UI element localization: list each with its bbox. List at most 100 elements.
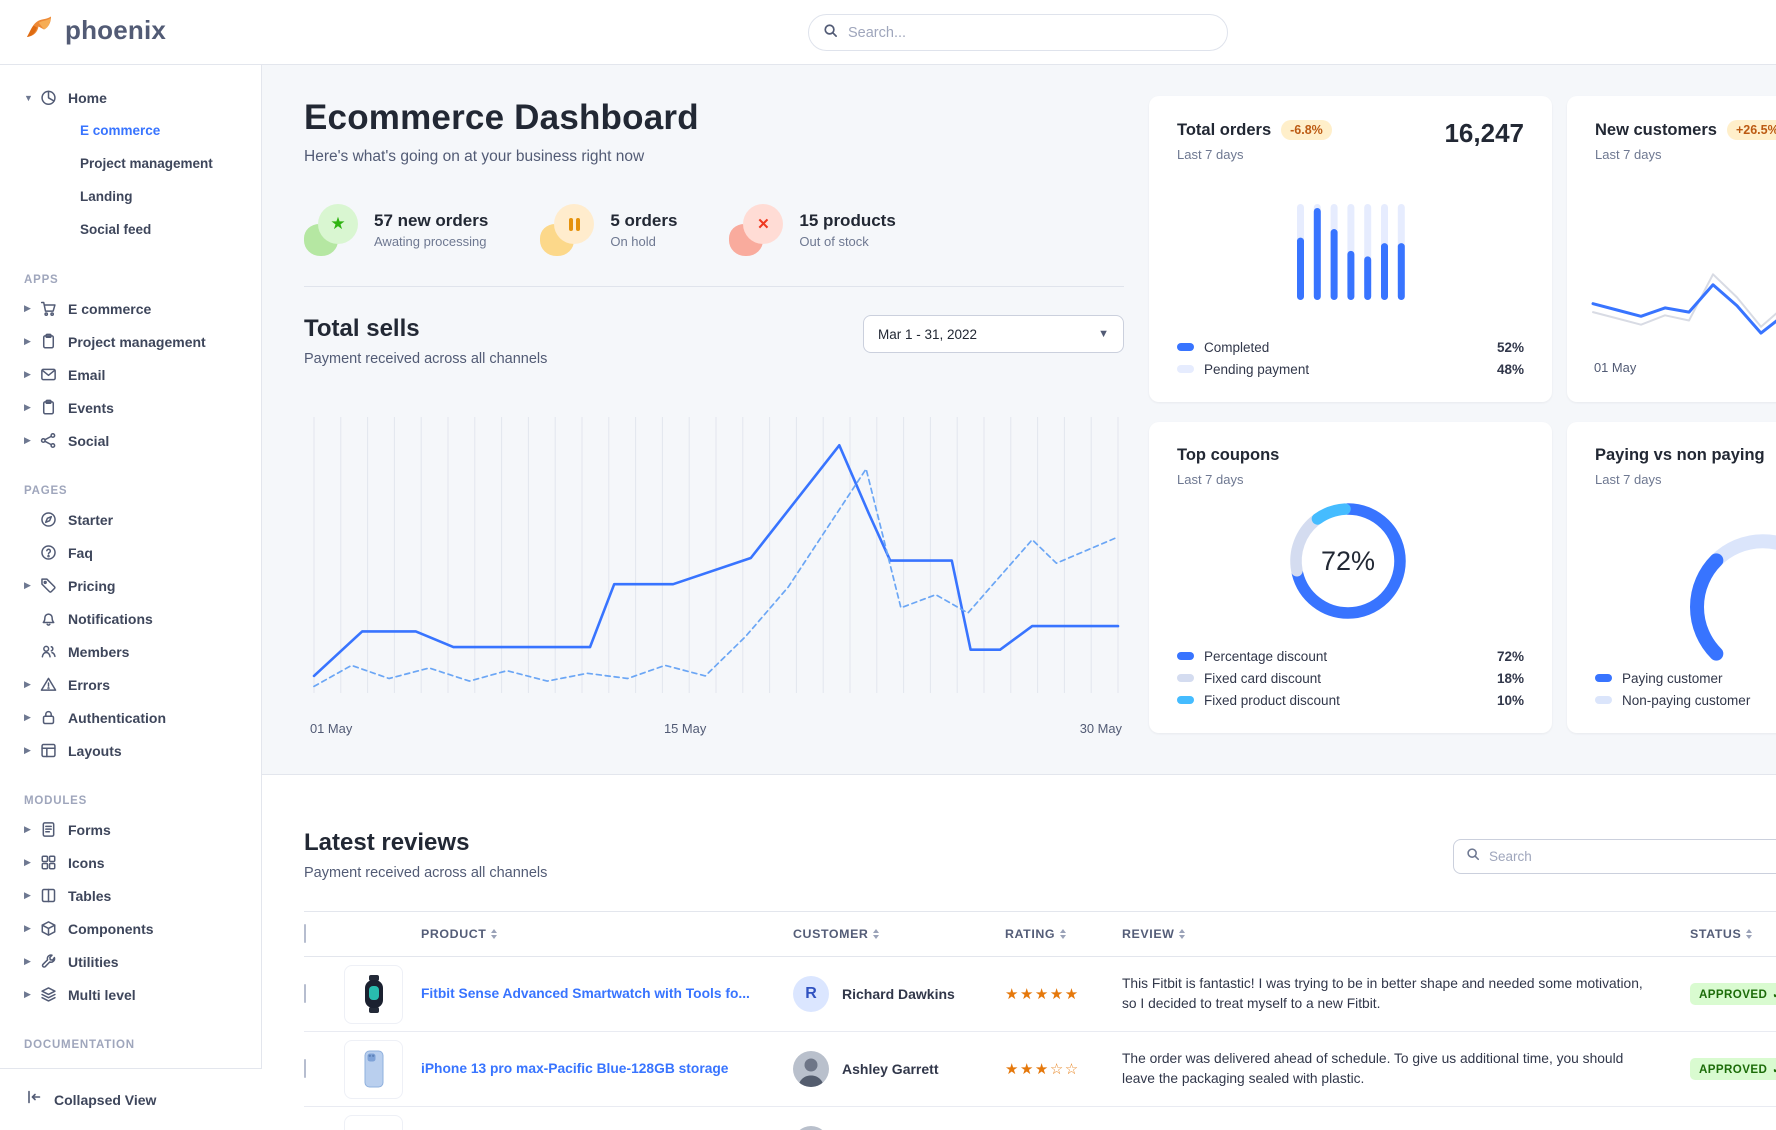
bell-icon	[40, 610, 57, 627]
sidebar-item-label: Pricing	[68, 578, 115, 594]
caret-right-icon: ▶	[24, 369, 40, 380]
sort-icon[interactable]	[1746, 929, 1752, 939]
sort-icon[interactable]	[1060, 929, 1066, 939]
sort-icon[interactable]	[1179, 929, 1185, 939]
total-sells-title: Total sells	[304, 315, 547, 343]
legend-label: Percentage discount	[1204, 649, 1327, 664]
check-icon: ✓	[1772, 1062, 1776, 1076]
sort-icon[interactable]	[491, 929, 497, 939]
caret-right-icon: ▶	[24, 336, 40, 347]
sidebar-item-starter[interactable]: Starter	[24, 503, 261, 536]
legend-swatch	[1177, 343, 1194, 351]
sidebar-item-label: Multi level	[68, 987, 136, 1003]
sort-icon[interactable]	[873, 929, 879, 939]
stat-icon-success: ★	[304, 204, 358, 256]
sidebar-item-project-management[interactable]: Project management	[24, 147, 261, 180]
latest-reviews-section: Latest reviews Payment received across a…	[262, 775, 1776, 1130]
reviews-table-header: PRODUCTCUSTOMERRATINGREVIEWSTATUS	[304, 911, 1776, 957]
legend-label: Fixed card discount	[1204, 671, 1321, 686]
sidebar-item-components[interactable]: ▶Components	[24, 912, 261, 945]
brand-logo[interactable]: phoenix	[24, 14, 166, 46]
column-header-rating[interactable]: RATING	[1005, 927, 1122, 941]
sidebar-item-label: Email	[68, 367, 105, 383]
sidebar-item-forms[interactable]: ▶Forms	[24, 813, 261, 846]
date-range-select[interactable]: Mar 1 - 31, 2022 ▼	[863, 315, 1124, 353]
avatar	[793, 1051, 829, 1087]
legend-swatch	[1177, 674, 1194, 682]
legend-swatch	[1177, 365, 1194, 373]
sidebar-item-faq[interactable]: Faq	[24, 536, 261, 569]
stat-value: 5 orders	[610, 211, 677, 231]
top-coupons-legend: Percentage discount72%Fixed card discoun…	[1177, 645, 1524, 711]
sidebar-item-label: E commerce	[68, 301, 151, 317]
column-header-customer[interactable]: CUSTOMER	[793, 927, 1005, 941]
stat-success: ★57 new ordersAwating processing	[304, 204, 488, 256]
stat-warning: 5 orders On hold	[540, 204, 677, 256]
sidebar-item-social-feed[interactable]: Social feed	[24, 213, 261, 246]
product-image-cell	[344, 1040, 421, 1099]
collapse-icon	[26, 1089, 42, 1110]
stat-caption: On hold	[610, 234, 677, 249]
question-icon	[40, 544, 57, 561]
dashboard-section: Ecommerce Dashboard Here's what's going …	[262, 65, 1776, 775]
sidebar-item-label: Landing	[80, 189, 133, 204]
column-header-status[interactable]: STATUS	[1690, 927, 1776, 941]
new-customers-title: New customers	[1595, 121, 1717, 140]
row-checkbox[interactable]	[304, 984, 306, 1003]
caret-right-icon: ▶	[24, 679, 40, 690]
sidebar-item-multi-level[interactable]: ▶Multi level	[24, 978, 261, 1011]
quick-stats: ★57 new ordersAwating processing 5 orders…	[304, 204, 1124, 256]
sidebar-item-authentication[interactable]: ▶Authentication	[24, 701, 261, 734]
legend-label: Non-paying customer	[1622, 693, 1750, 708]
product-link[interactable]: iPhone 13 pro max-Pacific Blue-128GB sto…	[421, 1061, 728, 1076]
reviews-search-input[interactable]	[1489, 849, 1776, 864]
sidebar-item-pricing[interactable]: ▶Pricing	[24, 569, 261, 602]
caret-right-icon: ▶	[24, 435, 40, 446]
date-range-value: Mar 1 - 31, 2022	[878, 327, 977, 342]
sidebar-item-utilities[interactable]: ▶Utilities	[24, 945, 261, 978]
sidebar-item-project-management[interactable]: ▶Project management	[24, 325, 261, 358]
product-link[interactable]: Fitbit Sense Advanced Smartwatch with To…	[421, 986, 750, 1001]
product-image-cell	[344, 965, 421, 1024]
global-search-input[interactable]	[848, 25, 1213, 41]
sidebar-item-landing[interactable]: Landing	[24, 180, 261, 213]
sidebar-item-members[interactable]: Members	[24, 635, 261, 668]
sidebar-item-e-commerce[interactable]: ▶E commerce	[24, 292, 261, 325]
sidebar-item-layouts[interactable]: ▶Layouts	[24, 734, 261, 767]
column-header-review[interactable]: REVIEW	[1122, 927, 1690, 941]
sidebar-item-home[interactable]: ▼Home	[24, 81, 261, 114]
product-image[interactable]	[344, 1115, 403, 1130]
collapse-sidebar-button[interactable]: Collapsed View	[0, 1068, 262, 1130]
share-icon	[40, 432, 57, 449]
sidebar-item-errors[interactable]: ▶Errors	[24, 668, 261, 701]
phoenix-logo-icon	[24, 14, 57, 46]
sidebar-item-tables[interactable]: ▶Tables	[24, 879, 261, 912]
table-row: Apple MacBook Pro 13 inch-M1-8/256GBWood…	[304, 1107, 1776, 1130]
reviews-table: PRODUCTCUSTOMERRATINGREVIEWSTATUS Fitbit…	[304, 911, 1776, 1130]
product-image[interactable]	[344, 965, 403, 1024]
columns-icon	[40, 887, 57, 904]
total-orders-change-badge: -6.8%	[1281, 120, 1332, 140]
sidebar-item-social[interactable]: ▶Social	[24, 424, 261, 457]
row-checkbox-cell	[304, 1060, 344, 1078]
sidebar-item-events[interactable]: ▶Events	[24, 391, 261, 424]
column-header-product[interactable]: PRODUCT	[421, 927, 793, 941]
caret-right-icon: ▶	[24, 824, 40, 835]
total-sells-chart-svg	[310, 413, 1122, 715]
legend-value: 10%	[1497, 693, 1524, 708]
new-customers-sparkline	[1591, 244, 1776, 356]
global-search[interactable]	[808, 14, 1228, 51]
sidebar-item-notifications[interactable]: Notifications	[24, 602, 261, 635]
chart-x-axis: 01 May 15 May 30 May	[310, 721, 1122, 739]
product-image[interactable]	[344, 1040, 403, 1099]
sidebar-item-icons[interactable]: ▶Icons	[24, 846, 261, 879]
sidebar-item-e-commerce[interactable]: E commerce	[24, 114, 261, 147]
reviews-search[interactable]	[1453, 839, 1776, 874]
select-all-checkbox[interactable]	[304, 924, 306, 943]
chevron-down-icon: ▼	[1098, 328, 1109, 340]
row-checkbox[interactable]	[304, 1059, 306, 1078]
sidebar-item-label: Members	[68, 644, 129, 660]
sidebar-item-email[interactable]: ▶ Email	[24, 358, 261, 391]
stat-icon-danger: ✕	[729, 204, 783, 256]
customer-cell: Woodrow Burton	[793, 1126, 1005, 1130]
